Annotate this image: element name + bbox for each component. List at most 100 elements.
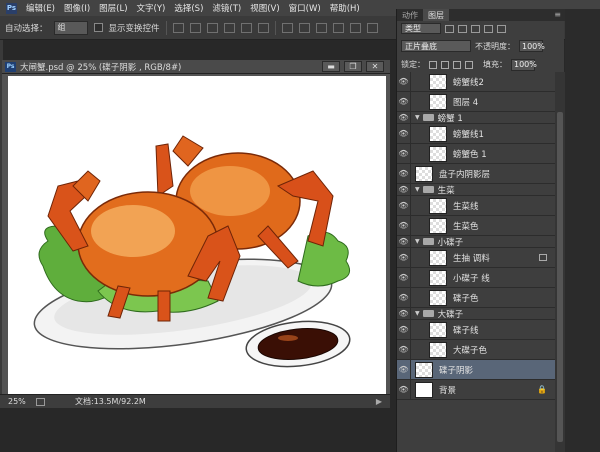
close-button[interactable]: ✕ [366,61,384,72]
layer-row[interactable]: 👁 背景 🔒 [397,380,555,400]
maximize-button[interactable]: ❐ [344,61,362,72]
align-left-icon[interactable] [223,22,235,33]
layers-scrollbar[interactable] [555,72,565,452]
visibility-eye-icon[interactable]: 👁 [397,360,411,379]
filter-shape-icon[interactable] [484,24,493,33]
visibility-eye-icon[interactable]: 👁 [397,288,411,307]
group-expand-icon[interactable]: ▼ [415,310,420,317]
group-expand-icon[interactable]: ▼ [415,238,420,245]
visibility-eye-icon[interactable]: 👁 [397,164,411,183]
visibility-eye-icon[interactable]: 👁 [397,320,411,339]
layer-row[interactable]: 👁 盘子内阴影层 [397,164,555,184]
group-expand-icon[interactable]: ▼ [415,186,420,193]
layer-row[interactable]: 👁 螃蟹色 1 [397,144,555,164]
align-right-icon[interactable] [257,22,269,33]
status-arrow-icon[interactable]: ▶ [376,397,382,406]
layer-row-selected[interactable]: 👁 碟子阴影 [397,360,555,380]
distribute-hcenter-icon[interactable] [349,22,361,33]
group-name: 螃蟹 1 [437,113,463,124]
tab-actions[interactable]: 动作 [397,9,423,21]
minimize-button[interactable]: ▬ [322,61,340,72]
visibility-eye-icon[interactable]: 👁 [397,216,411,235]
auto-select-dropdown[interactable]: 组 [53,20,88,35]
visibility-eye-icon[interactable]: 👁 [397,72,411,91]
menu-view[interactable]: 视图(V) [250,2,279,14]
scrollbar-thumb[interactable] [557,112,563,442]
visibility-eye-icon[interactable]: 👁 [397,196,411,215]
visibility-eye-icon[interactable]: 👁 [397,340,411,359]
layer-name: 碟子线 [453,325,479,336]
layer-thumbnail [415,165,433,182]
lock-position-icon[interactable] [453,60,461,69]
layer-group-row[interactable]: 👁 ▼ 小碟子 [397,236,555,248]
menu-edit[interactable]: 编辑(E) [26,2,55,14]
visibility-eye-icon[interactable]: 👁 [397,308,411,319]
layer-row[interactable]: 👁 小碟子 线 [397,268,555,288]
opacity-field[interactable]: 100% [519,40,545,52]
layer-row[interactable]: 👁 生菜色 [397,216,555,236]
visibility-eye-icon[interactable]: 👁 [397,268,411,287]
visibility-eye-icon[interactable]: 👁 [397,248,411,267]
layer-row[interactable]: 👁 生菜线 [397,196,555,216]
filter-pixel-icon[interactable] [445,24,454,33]
layer-group-row[interactable]: 👁 ▼ 大碟子 [397,308,555,320]
distribute-top-icon[interactable] [281,22,293,33]
group-name: 生菜 [437,185,455,196]
layer-name: 碟子色 [453,293,479,304]
layer-row[interactable]: 👁 图层 4 [397,92,555,112]
layer-name: 小碟子 线 [453,273,490,284]
visibility-eye-icon[interactable]: 👁 [397,92,411,111]
fill-label: 填充： [483,60,507,69]
menu-window[interactable]: 窗口(W) [289,2,321,14]
layer-thumbnail [429,341,447,358]
divider [165,20,167,35]
menu-layer[interactable]: 图层(L) [99,2,127,14]
layer-row[interactable]: 👁 大碟子色 [397,340,555,360]
lock-all-icon[interactable] [465,60,473,69]
layer-row[interactable]: 👁 螃蟹线2 [397,72,555,92]
layer-row[interactable]: 👁 螃蟹线1 [397,124,555,144]
align-hcenter-icon[interactable] [240,22,252,33]
panel-collapse-icon[interactable]: ≡ [554,10,561,19]
distribute-bottom-icon[interactable] [315,22,327,33]
layer-row[interactable]: 👁 生抽 调料 [397,248,555,268]
status-menu-icon[interactable] [36,397,45,406]
layer-name: 生菜线 [453,201,479,212]
visibility-eye-icon[interactable]: 👁 [397,112,411,123]
align-vcenter-icon[interactable] [189,22,201,33]
fill-field[interactable]: 100% [511,58,537,71]
distribute-left-icon[interactable] [332,22,344,33]
menu-filter[interactable]: 滤镜(T) [212,2,241,14]
align-bottom-icon[interactable] [206,22,218,33]
layer-row[interactable]: 👁 碟子线 [397,320,555,340]
menu-select[interactable]: 选择(S) [174,2,203,14]
lock-image-icon[interactable] [441,60,449,69]
align-top-icon[interactable] [172,22,184,33]
canvas[interactable] [8,76,386,394]
menu-image[interactable]: 图像(I) [64,2,90,14]
layer-row[interactable]: 👁 碟子色 [397,288,555,308]
visibility-eye-icon[interactable]: 👁 [397,144,411,163]
zoom-level[interactable]: 25% [8,397,36,406]
menu-type[interactable]: 文字(Y) [137,2,166,14]
blend-mode-dropdown[interactable]: 正片叠底 [401,40,471,52]
filter-smartobject-icon[interactable] [497,24,506,33]
filter-type-icon[interactable] [471,24,480,33]
document-tab[interactable]: Ps 大闸蟹.psd @ 25% (碟子阴影 , RGB/8#) ▬ ❐ ✕ [2,60,390,74]
distribute-right-icon[interactable] [366,22,378,33]
visibility-eye-icon[interactable]: 👁 [397,380,411,399]
layer-group-row[interactable]: 👁 ▼ 螃蟹 1 [397,112,555,124]
tab-layers[interactable]: 图层 [423,9,449,21]
visibility-eye-icon[interactable]: 👁 [397,236,411,247]
layer-group-row[interactable]: 👁 ▼ 生菜 [397,184,555,196]
visibility-eye-icon[interactable]: 👁 [397,184,411,195]
group-expand-icon[interactable]: ▼ [415,114,420,121]
auto-select-label: 自动选择： [5,23,48,34]
show-transform-checkbox[interactable] [93,23,103,32]
visibility-eye-icon[interactable]: 👁 [397,124,411,143]
lock-transparent-icon[interactable] [429,60,437,69]
distribute-vcenter-icon[interactable] [298,22,310,33]
filter-adjustment-icon[interactable] [458,24,467,33]
menu-help[interactable]: 帮助(H) [330,2,360,14]
filter-kind-dropdown[interactable]: 类型 [401,23,441,34]
